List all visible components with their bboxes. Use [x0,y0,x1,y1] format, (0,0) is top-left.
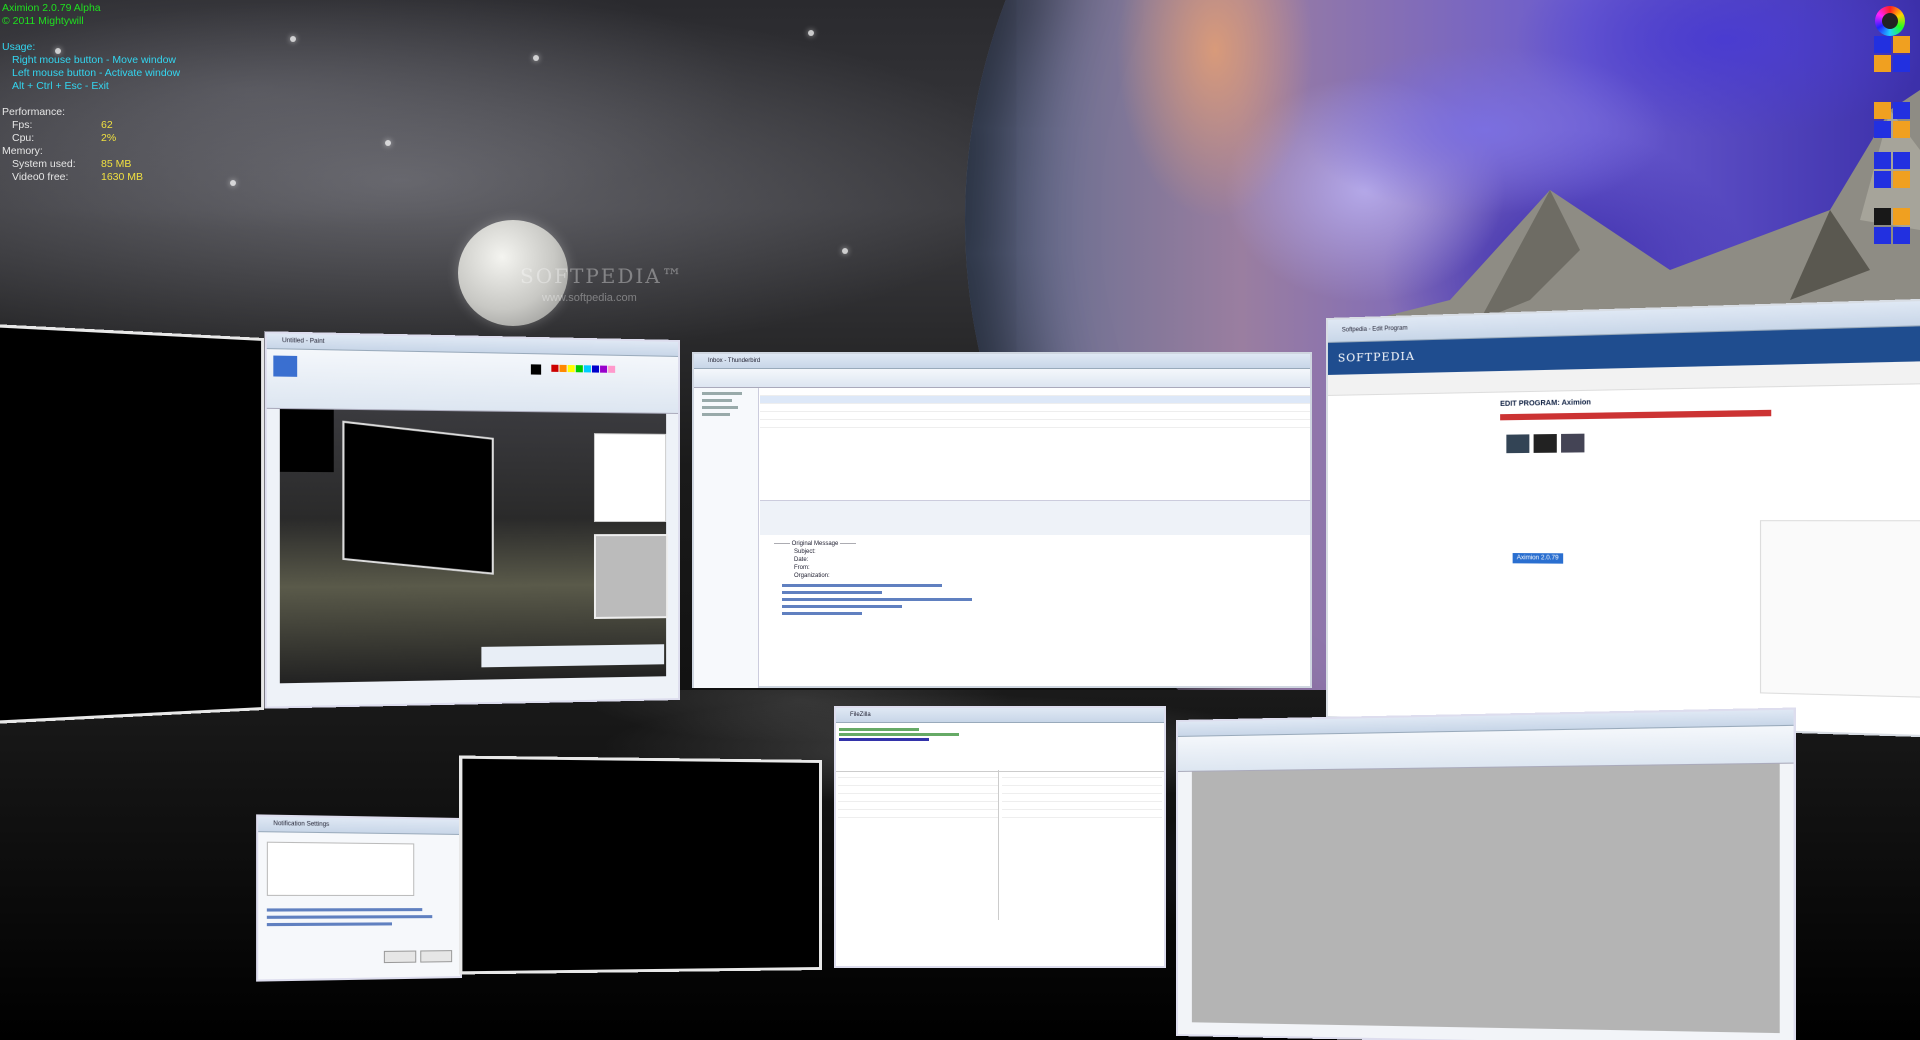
star [385,140,391,146]
list-item[interactable] [838,786,998,794]
star [533,55,539,61]
list-item[interactable] [838,794,998,802]
watermark-url: www.softpedia.com [542,292,637,304]
watermark-brand: SOFTPEDIA™ [520,264,684,288]
ftp-title: FileZilla [836,708,1164,722]
blank-title [462,759,819,763]
ftp-local-pane[interactable] [838,770,999,920]
browser-badge: Aximion 2.0.79 [1513,553,1563,564]
list-item[interactable] [760,396,1310,404]
list-item[interactable] [1002,810,1162,818]
notify-ok-button[interactable] [384,951,416,964]
paint-ribbon[interactable] [267,349,678,414]
hud-fps-label: Fps: [12,119,32,132]
hud-app-title: Aximion 2.0.79 Alpha [2,2,101,15]
window-notify[interactable]: Notification Settings [256,814,462,981]
notify-cancel-button[interactable] [420,950,452,962]
color-ring-icon[interactable] [1875,6,1905,36]
mail-field-from: From: [774,564,1294,572]
list-item[interactable] [760,420,1310,428]
list-item[interactable] [838,810,998,818]
hud-usage-move: Right mouse button - Move window [12,54,176,67]
mail-folder-pane[interactable] [694,388,759,688]
ftp-titlebar[interactable]: FileZilla [836,708,1164,723]
browser-tabs[interactable] [1500,410,1771,421]
hud-cpu-value: 2% [101,132,116,145]
hud-copyright: © 2011 Mightywill [2,15,84,28]
window-paint[interactable]: Untitled - Paint [265,331,680,709]
mail-field-subject: Subject: [774,548,1294,556]
star [808,30,814,36]
window-ftp[interactable]: FileZilla [834,706,1166,968]
list-item[interactable] [760,404,1310,412]
mail-field-date: Date: [774,556,1294,564]
hud-performance-header: Performance: [2,106,65,119]
star [230,180,236,186]
workspace-4-icon[interactable] [1874,208,1910,244]
list-item[interactable] [760,388,1310,396]
3d-desktop-scene: SOFTPEDIA™ www.softpedia.com Untitled - … [0,0,1920,1040]
list-item[interactable] [1002,770,1162,778]
ftp-log [836,723,1164,772]
viewer-canvas [1192,764,1780,1033]
window-black-center[interactable] [459,756,822,975]
browser-form[interactable] [1760,520,1920,699]
mail-message-header [760,500,1310,535]
window-image-viewer[interactable] [1176,707,1796,1040]
hud-cpu-label: Cpu: [12,132,34,145]
window-mail[interactable]: Inbox - Thunderbird -------- Original Me… [692,352,1312,688]
list-item[interactable] [1002,802,1162,810]
mail-toolbar[interactable] [694,369,1310,388]
star [842,248,848,254]
list-item[interactable] [838,778,998,786]
list-item[interactable] [1002,786,1162,794]
notify-textarea[interactable] [267,842,414,896]
mail-field-organization: Organization: [774,572,1294,580]
hud-system-used-value: 85 MB [101,158,131,171]
mail-message-body: -------- Original Message -------- Subje… [774,540,1294,680]
window-browser[interactable]: Softpedia - Edit Program SOFTPEDIA EDIT … [1326,296,1920,739]
hud-video-free-value: 1630 MB [101,171,143,184]
paint-canvas[interactable] [280,409,666,683]
hud-video-free-label: Video0 free: [12,171,68,184]
list-item[interactable] [1002,794,1162,802]
hud-usage-header: Usage: [2,41,35,54]
notify-title: Notification Settings [258,816,460,833]
mail-message-list[interactable] [760,388,1310,498]
workspace-2-icon[interactable] [1874,102,1910,138]
hud-system-used-label: System used: [12,158,76,171]
workspace-1-icon[interactable] [1874,36,1910,72]
browser-screenshots [1506,428,1920,453]
browser-brand: SOFTPEDIA [1338,350,1415,365]
mail-titlebar[interactable]: Inbox - Thunderbird [694,354,1310,369]
window-black-left[interactable] [0,324,264,725]
mail-original-message: -------- Original Message -------- [774,540,1294,548]
hud-usage-activate: Left mouse button - Activate window [12,67,180,80]
list-item[interactable] [838,802,998,810]
list-item[interactable] [1002,778,1162,786]
list-item[interactable] [760,412,1310,420]
mail-title: Inbox - Thunderbird [694,354,1310,368]
list-item[interactable] [838,770,998,778]
hud-fps-value: 62 [101,119,113,132]
star [290,36,296,42]
hud-memory-header: Memory: [2,145,43,158]
hud-usage-exit: Alt + Ctrl + Esc - Exit [12,80,109,93]
ftp-remote-pane[interactable] [1002,770,1162,920]
workspace-3-icon[interactable] [1874,152,1910,188]
notify-titlebar[interactable]: Notification Settings [258,816,460,834]
